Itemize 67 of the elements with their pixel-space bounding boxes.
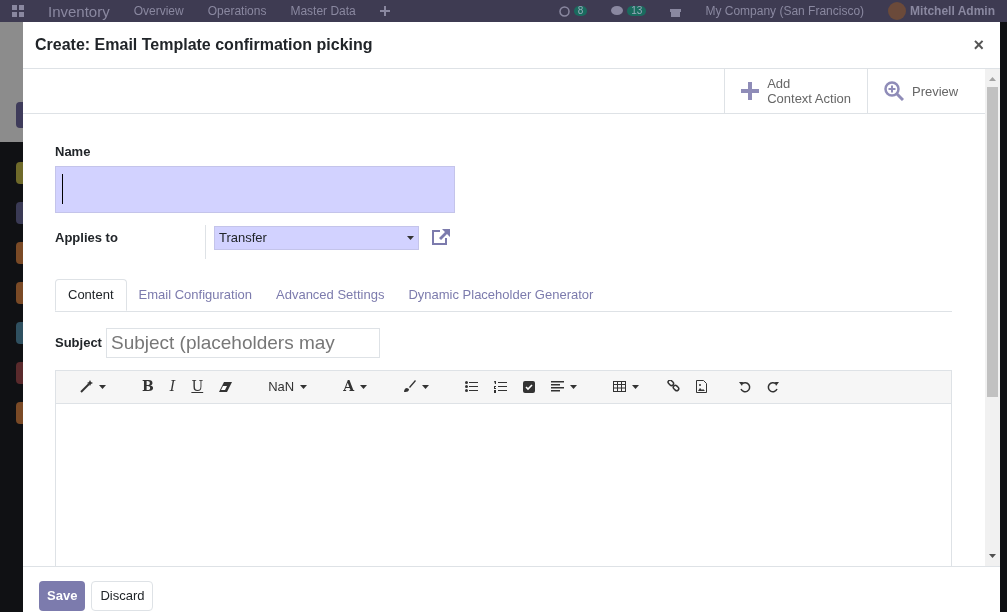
toolbar-button[interactable]: B	[134, 373, 162, 400]
tab[interactable]: Content	[55, 278, 127, 311]
dialog-title: Create: Email Template confirmation picking	[35, 35, 373, 55]
table-icon	[613, 381, 627, 392]
underline-icon: U	[191, 376, 204, 397]
scroll-down-icon[interactable]	[989, 554, 996, 558]
zoom-in-icon	[884, 81, 904, 101]
paintbrush-icon	[403, 380, 417, 393]
magic-wand-icon	[80, 380, 93, 393]
app-icon	[16, 322, 23, 344]
name-input-field[interactable]	[55, 165, 455, 213]
chat-icon[interactable]	[611, 6, 624, 16]
undo-icon	[739, 380, 752, 393]
app-icon	[16, 242, 23, 264]
scrollbar-thumb[interactable]	[987, 87, 998, 397]
activity-count-badge: 8	[573, 6, 588, 16]
applies-to-select[interactable]: Transfer	[214, 225, 419, 250]
toolbar-button[interactable]: U	[183, 373, 212, 400]
font-size-dropdown[interactable]: NaN	[260, 373, 316, 400]
bold-icon: B	[142, 376, 154, 397]
button-label: Add	[767, 76, 792, 91]
toolbar-button[interactable]: A	[335, 373, 376, 400]
app-icon	[16, 362, 23, 384]
save-button[interactable]: Save	[39, 580, 86, 611]
tab[interactable]: Email Configuration	[126, 278, 264, 311]
discard-button[interactable]: Discard	[91, 580, 154, 611]
font-color-icon: A	[343, 376, 355, 397]
clock-icon[interactable]	[558, 5, 570, 17]
plus-icon[interactable]	[379, 6, 390, 16]
align-left-icon	[551, 381, 565, 392]
navbar-menu-item[interactable]: Overview	[133, 5, 184, 17]
company-switcher[interactable]: My Company (San Francisco)	[705, 5, 865, 17]
applies-to-label: Applies to	[55, 228, 119, 247]
navbar-menu-item[interactable]: Master Data	[290, 5, 356, 17]
app-icon	[16, 282, 23, 304]
html-editor[interactable]: B I U NaN A	[55, 369, 952, 566]
user-name[interactable]: Mitchell Admin	[910, 5, 995, 17]
caret-icon	[407, 235, 414, 240]
subject-input-field[interactable]: Subject (placeholders may	[105, 327, 380, 358]
apps-menu-icon[interactable]	[12, 5, 24, 17]
external-link-icon[interactable]	[431, 229, 450, 246]
avatar	[888, 2, 907, 20]
close-button[interactable]: ×	[973, 31, 984, 59]
app-title: Inventory	[48, 3, 110, 19]
numbered-list-icon	[494, 380, 508, 393]
redo-icon	[767, 380, 780, 393]
link-icon	[667, 380, 681, 393]
subject-label: Subject	[55, 333, 102, 352]
tab[interactable]: Advanced Settings	[264, 278, 397, 311]
name-label: Name	[55, 143, 92, 161]
app-icon	[16, 402, 23, 424]
navbar-menu-item[interactable]: Operations	[207, 5, 267, 17]
toolbar-button[interactable]: I	[161, 373, 184, 400]
bullet-list-icon	[465, 381, 479, 392]
italic-icon: I	[169, 376, 176, 397]
button-label: Preview	[912, 83, 959, 99]
eraser-icon	[219, 381, 233, 392]
image-icon	[696, 380, 708, 393]
tab[interactable]: Dynamic Placeholder Generator	[396, 278, 606, 311]
app-icon	[16, 162, 23, 184]
message-count-badge: 13	[627, 6, 647, 16]
button-sublabel: Context Action	[767, 91, 851, 106]
app-icon	[16, 202, 23, 224]
select-value: Transfer	[219, 228, 267, 247]
add-context-action-button[interactable]: Add Context Action	[724, 69, 867, 113]
checkbox-icon	[523, 380, 536, 393]
plus-icon	[741, 82, 760, 100]
